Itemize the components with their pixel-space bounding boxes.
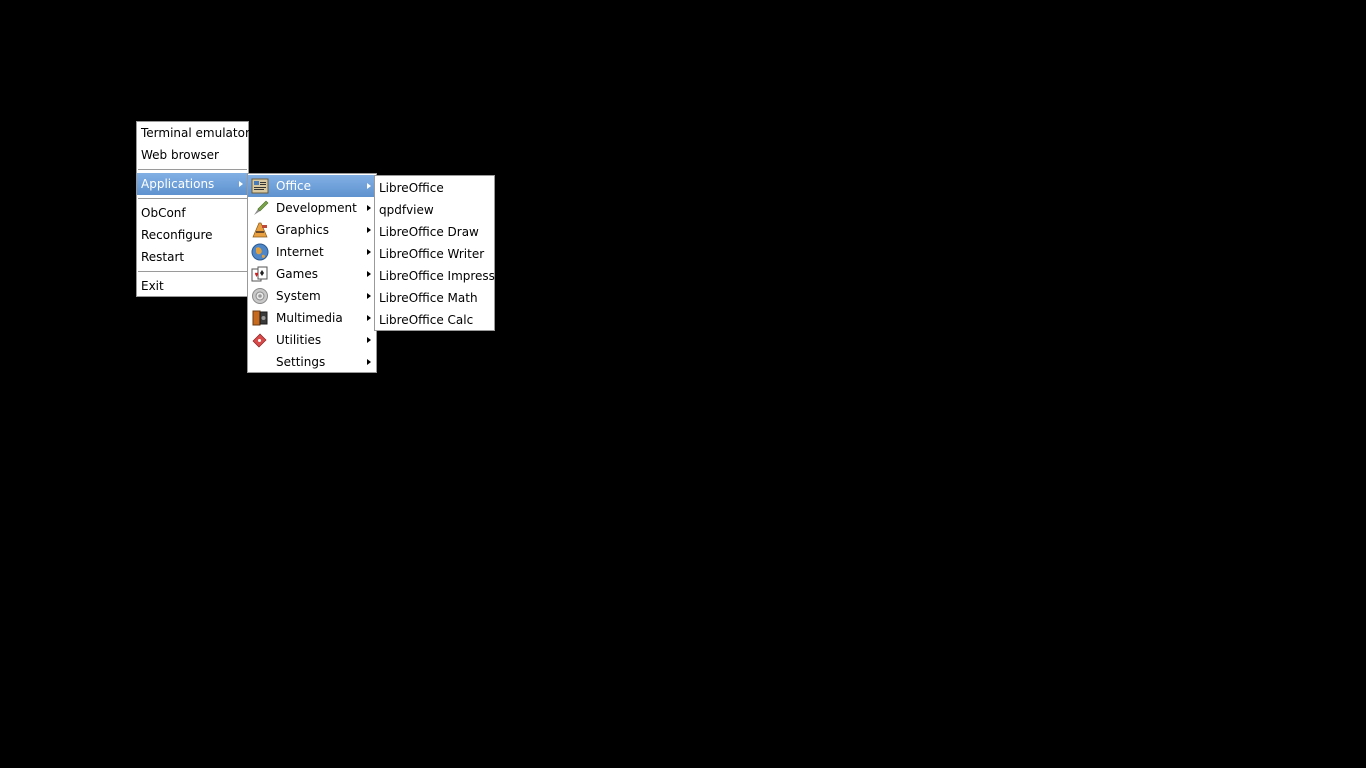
office-icon [251,178,269,194]
submenu-arrow-icon [367,227,371,233]
menu-item-label: Restart [141,250,185,264]
menu-item-label: ObConf [141,206,186,220]
menu-item-system[interactable]: System [248,285,376,307]
menu-item-label: LibreOffice Math [379,291,478,305]
menu-item-reconfigure[interactable]: Reconfigure [137,224,248,246]
menu-item-label: Games [276,267,318,281]
menu-item-label: Development [276,201,357,215]
submenu-arrow-icon [367,271,371,277]
menu-item-applications[interactable]: Applications [137,173,248,195]
menu-item-graphics[interactable]: Graphics [248,219,376,241]
menu-item-label: LibreOffice [379,181,444,195]
menu-item-libreoffice-draw[interactable]: LibreOffice Draw [375,221,494,243]
development-icon [254,200,269,215]
internet-globe-icon [251,243,269,261]
menu-item-label: qpdfview [379,203,434,217]
menu-item-libreoffice-writer[interactable]: LibreOffice Writer [375,243,494,265]
menu-item-label: LibreOffice Calc [379,313,474,327]
submenu-arrow-icon [367,359,371,365]
submenu-arrow-icon [239,181,243,187]
menu-item-qpdfview[interactable]: qpdfview [375,199,494,221]
menu-item-label: Office [276,179,312,193]
applications-submenu: Office Development Graphics Internet Gam… [247,173,377,373]
games-cards-icon [251,266,268,282]
submenu-arrow-icon [367,183,371,189]
submenu-arrow-icon [367,293,371,299]
menu-item-settings[interactable]: Settings [248,351,376,373]
menu-item-label: Settings [276,355,326,369]
menu-item-games[interactable]: Games [248,263,376,285]
menu-separator [138,271,247,272]
submenu-arrow-icon [367,337,371,343]
menu-item-utilities[interactable]: Utilities [248,329,376,351]
menu-item-office[interactable]: Office [248,175,376,197]
menu-item-multimedia[interactable]: Multimedia [248,307,376,329]
menu-item-label: Internet [276,245,324,259]
menu-item-label: Applications [141,177,215,191]
menu-item-obconf[interactable]: ObConf [137,202,248,224]
menu-item-label: Reconfigure [141,228,213,242]
menu-item-label: System [276,289,321,303]
system-gear-icon [252,288,268,304]
submenu-arrow-icon [367,315,371,321]
menu-item-development[interactable]: Development [248,197,376,219]
submenu-arrow-icon [367,249,371,255]
menu-item-libreoffice-math[interactable]: LibreOffice Math [375,287,494,309]
menu-item-label: Web browser [141,148,219,162]
menu-item-label: LibreOffice Writer [379,247,485,261]
graphics-icon [252,222,268,238]
utilities-icon [252,333,267,348]
menu-item-libreoffice[interactable]: LibreOffice [375,177,494,199]
menu-item-exit[interactable]: Exit [137,275,248,297]
office-submenu: LibreOffice qpdfview LibreOffice Draw Li… [374,175,495,331]
menu-item-web-browser[interactable]: Web browser [137,144,248,166]
multimedia-icon [252,310,268,326]
menu-item-label: Multimedia [276,311,343,325]
menu-item-restart[interactable]: Restart [137,246,248,268]
menu-item-libreoffice-impress[interactable]: LibreOffice Impress [375,265,495,287]
menu-item-label: Exit [141,279,164,293]
root-menu: Terminal emulator Web browser Applicatio… [136,121,250,297]
menu-item-label: Terminal emulator [141,126,250,140]
menu-item-label: Utilities [276,333,322,347]
menu-item-label: Graphics [276,223,329,237]
menu-item-label: LibreOffice Impress [379,269,495,283]
menu-item-libreoffice-calc[interactable]: LibreOffice Calc [375,309,494,331]
menu-item-terminal-emulator[interactable]: Terminal emulator [137,122,250,144]
submenu-arrow-icon [367,205,371,211]
menu-item-label: LibreOffice Draw [379,225,479,239]
menu-item-internet[interactable]: Internet [248,241,376,263]
menu-separator [138,169,247,170]
menu-separator [138,198,247,199]
